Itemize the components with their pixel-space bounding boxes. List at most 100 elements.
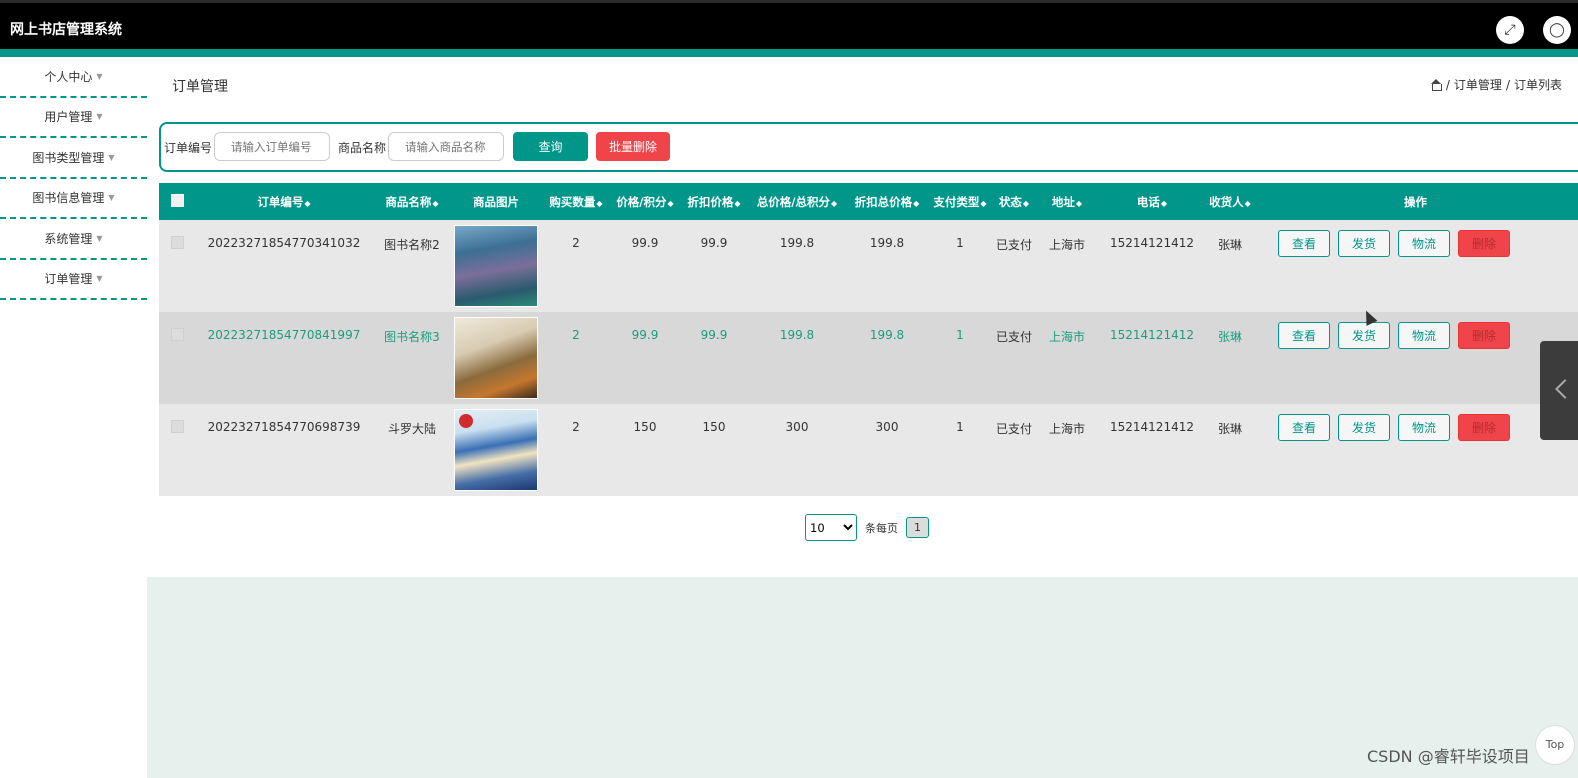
sort-icon: ◆ bbox=[304, 198, 311, 208]
ship-button[interactable]: 发货 bbox=[1338, 322, 1390, 349]
column-header[interactable]: 地址◆ bbox=[1037, 183, 1097, 220]
expand-icon[interactable]: ⤢ bbox=[1496, 16, 1524, 44]
search-form: 订单编号 商品名称 查询 批量删除 bbox=[159, 122, 1578, 172]
column-header: 商品图片 bbox=[473, 194, 519, 209]
column-header[interactable]: 状态◆ bbox=[991, 183, 1037, 220]
product-name-cell: 图书名称3 bbox=[384, 330, 440, 344]
sort-icon: ◆ bbox=[1075, 198, 1083, 208]
sidebar-item-label: 图书类型管理 bbox=[32, 150, 105, 165]
column-header[interactable]: 支付类型◆ bbox=[929, 183, 991, 220]
query-button[interactable]: 查询 bbox=[513, 132, 588, 161]
phone-cell: 15214121412 bbox=[1110, 236, 1194, 250]
order-table: 订单编号◆ 商品名称◆ 商品图片 购买数量◆ 价格/积分◆ 折扣价格◆ 总价格/… bbox=[159, 183, 1578, 496]
header-accent-band bbox=[0, 49, 1578, 57]
product-name-input[interactable] bbox=[388, 132, 504, 161]
column-header[interactable]: 订单编号◆ bbox=[195, 183, 373, 220]
qty-cell: 2 bbox=[572, 328, 580, 342]
sort-icon: ◆ bbox=[1022, 198, 1030, 208]
home-icon[interactable] bbox=[1430, 78, 1442, 91]
back-to-top-button[interactable]: Top bbox=[1535, 725, 1575, 765]
column-header[interactable]: 商品名称◆ bbox=[373, 183, 451, 220]
row-checkbox[interactable] bbox=[170, 328, 184, 341]
collapse-handle[interactable] bbox=[1540, 341, 1578, 440]
phone-cell: 15214121412 bbox=[1110, 328, 1194, 342]
book-cover-image bbox=[454, 409, 538, 491]
ship-button[interactable]: 发货 bbox=[1338, 230, 1390, 257]
column-header[interactable]: 总价格/总积分◆ bbox=[749, 183, 845, 220]
row-checkbox[interactable] bbox=[170, 236, 184, 249]
phone-cell: 15214121412 bbox=[1110, 420, 1194, 434]
sidebar-item-label: 个人中心 bbox=[44, 69, 93, 84]
watermark: CSDN @睿轩毕设项目 bbox=[1367, 747, 1530, 766]
price-cell: 150 bbox=[633, 420, 657, 434]
delete-button[interactable]: 删除 bbox=[1458, 230, 1510, 257]
sidebar-item-user-management[interactable]: 用户管理 ▼ bbox=[0, 98, 147, 138]
address-cell: 上海市 bbox=[1048, 330, 1085, 344]
order-no-label: 订单编号 bbox=[164, 141, 213, 155]
address-cell: 上海市 bbox=[1048, 238, 1085, 252]
ship-button[interactable]: 发货 bbox=[1338, 414, 1390, 441]
status-cell: 已支付 bbox=[995, 330, 1032, 344]
footer-area bbox=[147, 577, 1578, 778]
price-cell: 99.9 bbox=[631, 328, 659, 342]
column-header[interactable]: 购买数量◆ bbox=[541, 183, 611, 220]
logistics-button[interactable]: 物流 bbox=[1398, 230, 1450, 257]
page-title: 订单管理 bbox=[172, 79, 228, 95]
sort-icon: ◆ bbox=[1244, 198, 1251, 208]
pagination: 10 条每页 1 bbox=[805, 514, 929, 541]
view-button[interactable]: 查看 bbox=[1278, 414, 1330, 441]
column-header[interactable]: 折扣总价格◆ bbox=[845, 183, 929, 220]
discount-price-cell: 99.9 bbox=[700, 236, 728, 250]
actions-cell: 查看 发货 物流 删除 bbox=[1253, 220, 1578, 312]
title-bar: 订单管理 / 订单管理 / 订单列表 bbox=[147, 57, 1578, 113]
actions-cell: 查看 发货 物流 删除 bbox=[1253, 312, 1578, 404]
breadcrumb-separator: / bbox=[1445, 77, 1450, 92]
top-bar: 网上书店管理系统 ⤢ ◯ bbox=[0, 0, 1578, 49]
product-image-cell bbox=[451, 312, 541, 404]
column-header: 操作 bbox=[1404, 194, 1427, 209]
page-number-button[interactable]: 1 bbox=[906, 517, 929, 538]
sidebar-item-system-management[interactable]: 系统管理 ▼ bbox=[0, 219, 147, 260]
pay-type-cell: 1 bbox=[956, 328, 964, 342]
view-button[interactable]: 查看 bbox=[1278, 322, 1330, 349]
user-icon[interactable]: ◯ bbox=[1543, 16, 1571, 44]
row-checkbox[interactable] bbox=[170, 420, 184, 433]
discount-total-cell: 199.8 bbox=[869, 328, 905, 342]
sidebar-item-book-info-management[interactable]: 图书信息管理 ▼ bbox=[0, 179, 147, 219]
discount-total-cell: 199.8 bbox=[869, 236, 905, 250]
address-cell: 上海市 bbox=[1048, 422, 1085, 436]
status-cell: 已支付 bbox=[995, 422, 1032, 436]
column-header[interactable]: 电话◆ bbox=[1097, 183, 1207, 220]
book-cover-image bbox=[454, 317, 538, 399]
breadcrumb-item[interactable]: 订单管理 bbox=[1454, 76, 1502, 93]
delete-button[interactable]: 删除 bbox=[1458, 414, 1510, 441]
logistics-button[interactable]: 物流 bbox=[1398, 322, 1450, 349]
sidebar-item-personal-center[interactable]: 个人中心 ▼ bbox=[0, 57, 147, 98]
column-header[interactable]: 收货人◆ bbox=[1207, 183, 1253, 220]
order-no-cell: 20223271854770841997 bbox=[207, 328, 361, 342]
sidebar-item-order-management[interactable]: 订单管理 ▼ bbox=[0, 260, 147, 300]
sidebar-item-book-type-management[interactable]: 图书类型管理 ▼ bbox=[0, 138, 147, 179]
per-page-label: 条每页 bbox=[865, 521, 898, 535]
order-no-input[interactable] bbox=[214, 132, 330, 161]
page-size-select[interactable]: 10 bbox=[805, 514, 857, 541]
discount-total-cell: 300 bbox=[875, 420, 899, 434]
logistics-button[interactable]: 物流 bbox=[1398, 414, 1450, 441]
delete-button[interactable]: 删除 bbox=[1458, 322, 1510, 349]
batch-delete-button[interactable]: 批量删除 bbox=[596, 132, 670, 161]
column-header[interactable]: 价格/积分◆ bbox=[611, 183, 679, 220]
table-header-row: 订单编号◆ 商品名称◆ 商品图片 购买数量◆ 价格/积分◆ 折扣价格◆ 总价格/… bbox=[159, 183, 1578, 220]
caret-down-icon: ▼ bbox=[108, 193, 115, 203]
select-all-checkbox[interactable] bbox=[170, 193, 184, 207]
sort-icon: ◆ bbox=[596, 198, 603, 208]
product-image-cell bbox=[451, 404, 541, 496]
product-name-cell: 图书名称2 bbox=[384, 238, 440, 252]
product-image-cell bbox=[451, 220, 541, 312]
sidebar-item-label: 用户管理 bbox=[44, 110, 93, 125]
view-button[interactable]: 查看 bbox=[1278, 230, 1330, 257]
order-no-cell: 20223271854770341032 bbox=[207, 236, 361, 250]
caret-down-icon: ▼ bbox=[108, 152, 115, 162]
sidebar-item-label: 订单管理 bbox=[44, 272, 93, 287]
column-header[interactable]: 折扣价格◆ bbox=[679, 183, 749, 220]
breadcrumb-separator: / bbox=[1505, 77, 1510, 92]
